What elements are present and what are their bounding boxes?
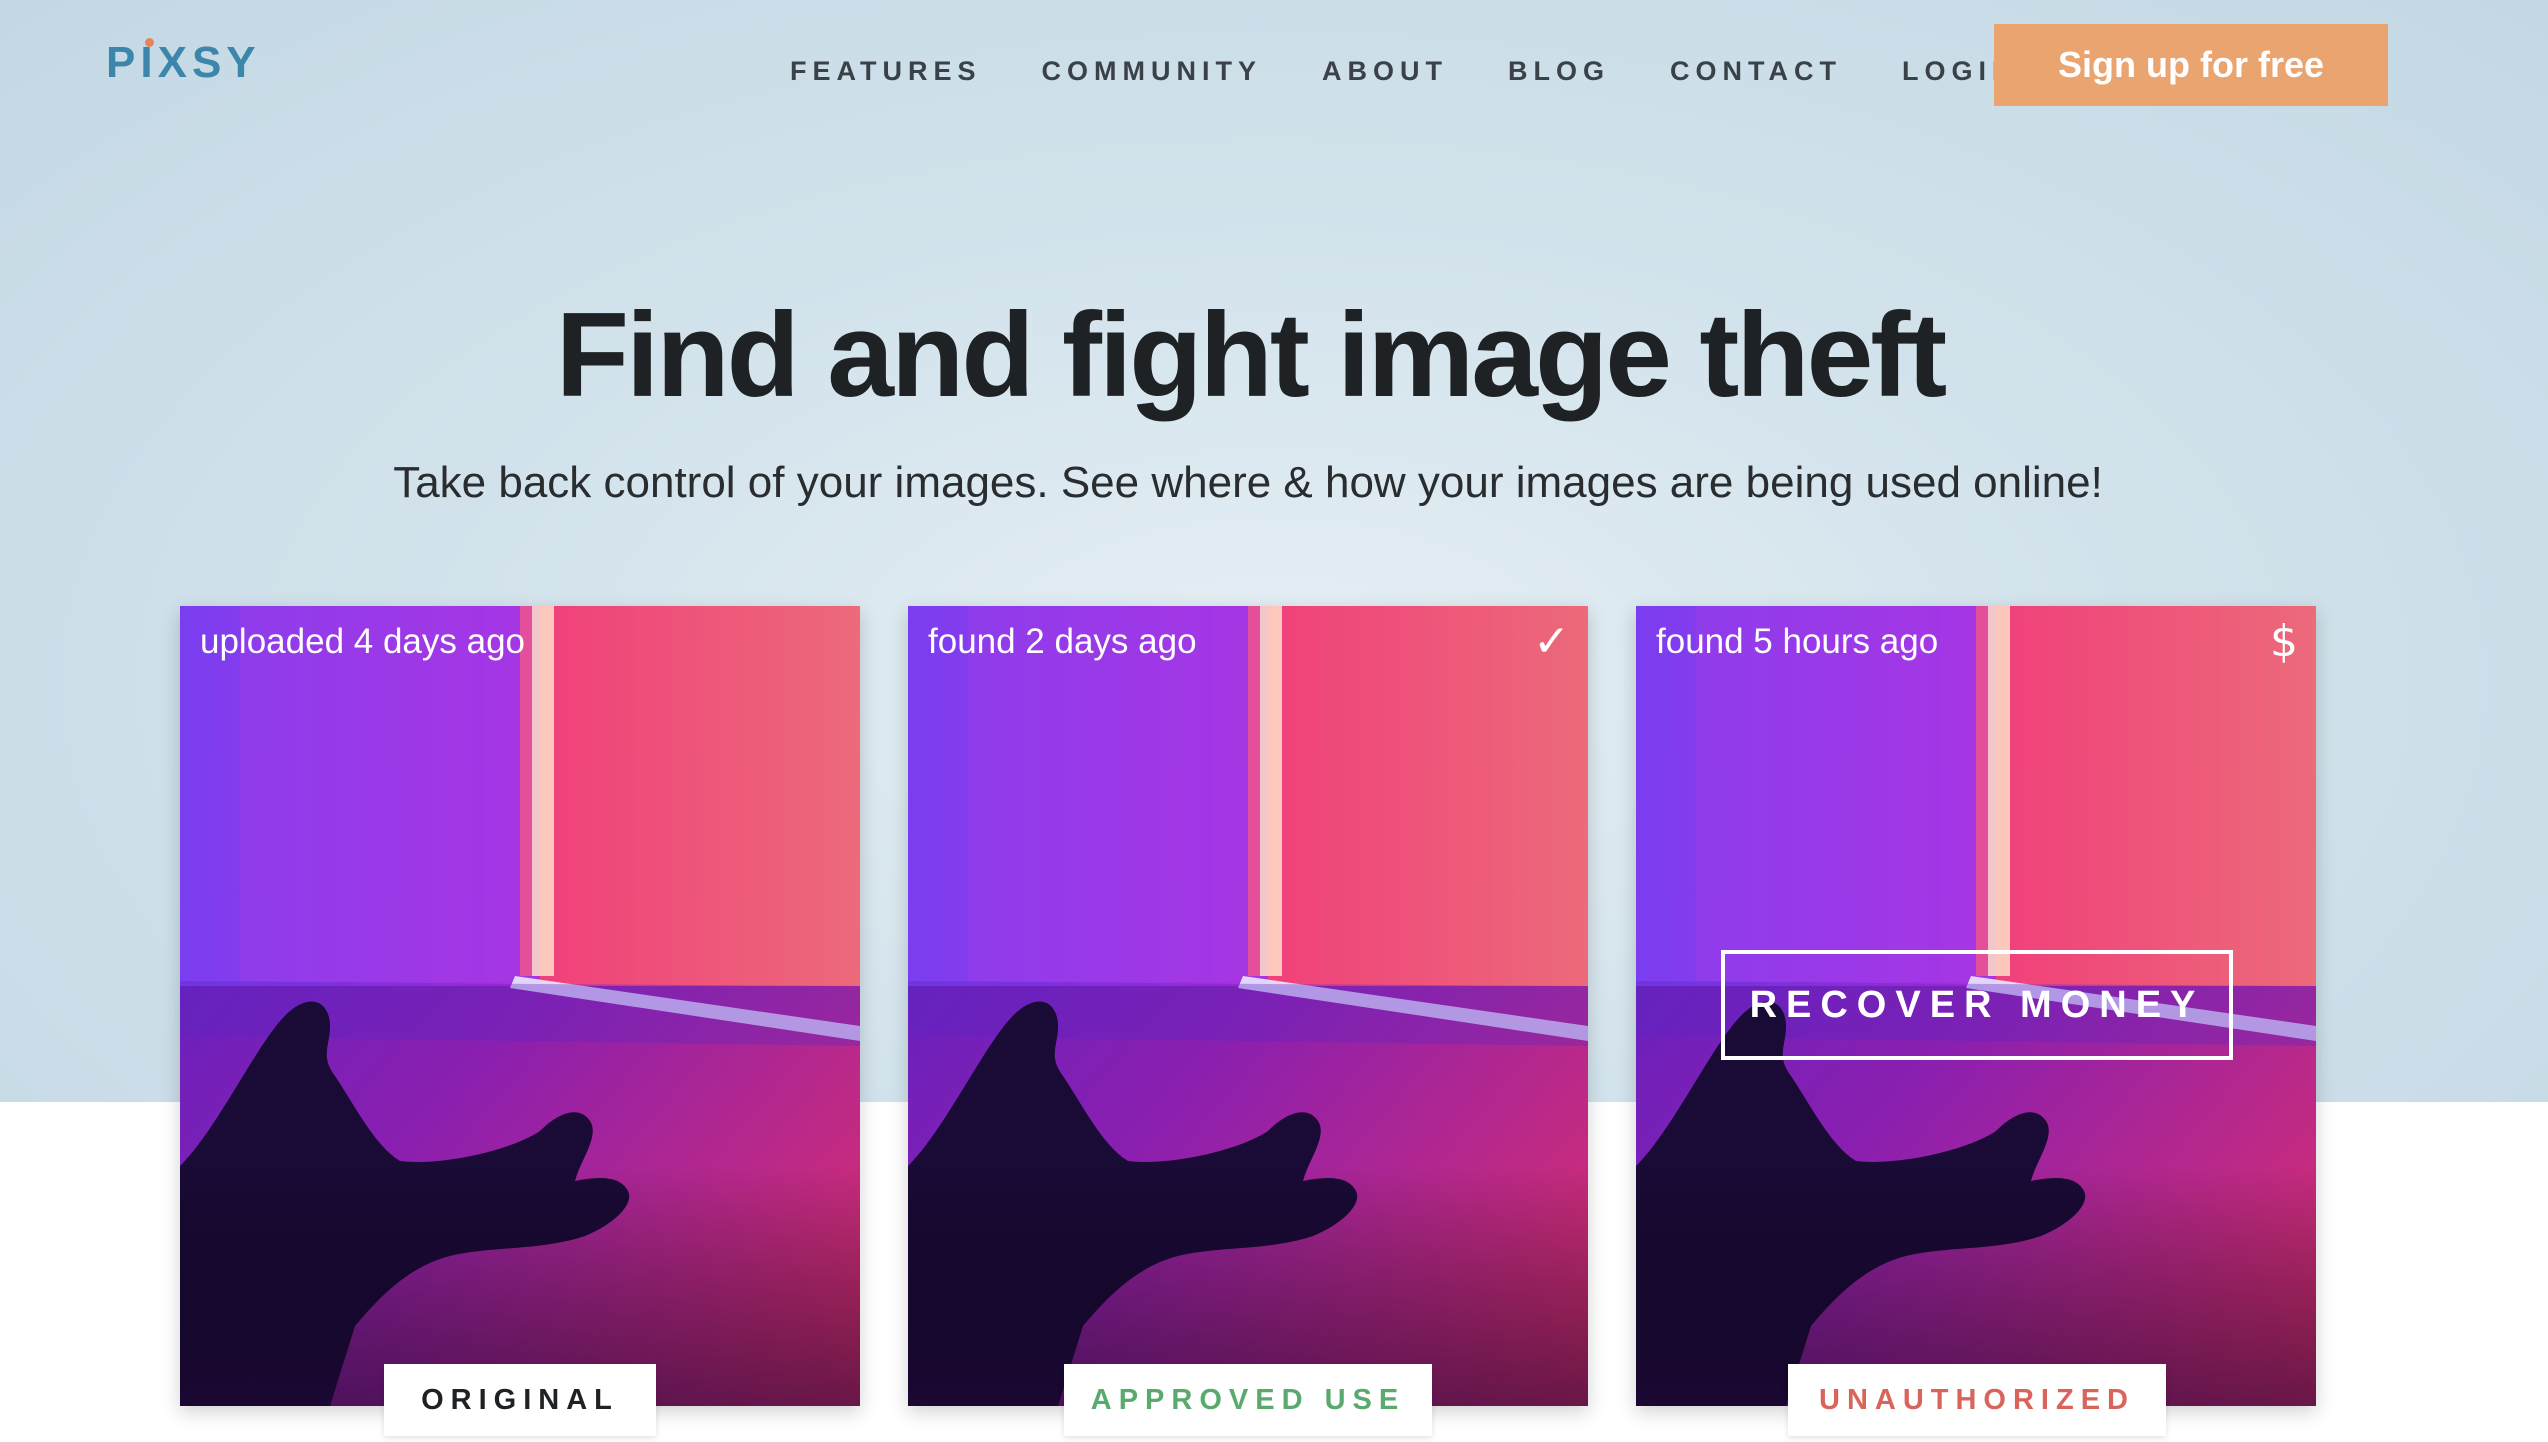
dollar-icon: $ [2270,616,2298,667]
nav-features[interactable]: FEATURES [790,56,982,87]
nav-about[interactable]: ABOUT [1322,56,1448,87]
card-timestamp: found 2 days ago [928,622,1197,661]
nav-blog[interactable]: BLOG [1508,56,1610,87]
recover-money-button[interactable]: RECOVER MONEY [1721,950,2233,1060]
neon-photo [180,606,860,1406]
tag-unauthorized: UNAUTHORIZED [1788,1364,2166,1436]
card-timestamp: found 5 hours ago [1656,622,1939,661]
hero-headline: Find and fight image theft [555,288,1948,422]
tag-label: UNAUTHORIZED [1819,1383,2135,1416]
nav-community[interactable]: COMMUNITY [1042,56,1262,87]
logo-dot: I [140,38,158,87]
nav-contact[interactable]: CONTACT [1670,56,1842,87]
signup-button[interactable]: Sign up for free [1994,24,2388,106]
tag-approved-use: APPROVED USE [1064,1364,1432,1436]
tag-label: ORIGINAL [421,1383,619,1416]
image-card-approved[interactable]: found 2 days ago ✓ [908,606,1588,1406]
hero-subheadline: Take back control of your images. See wh… [393,458,2103,507]
tag-label: APPROVED USE [1090,1383,1406,1416]
main-nav: FEATURES COMMUNITY ABOUT BLOG CONTACT LO… [790,54,2017,88]
pixsy-logo[interactable]: PIXSY [106,38,261,88]
image-card-unauthorized[interactable]: found 5 hours ago $ RECOVER MONEY [1636,606,2316,1406]
image-card-original[interactable]: uploaded 4 days ago [180,606,860,1406]
check-icon: ✓ [1533,616,1570,667]
neon-photo [908,606,1588,1406]
card-timestamp: uploaded 4 days ago [200,622,525,661]
tag-original: ORIGINAL [384,1364,656,1436]
